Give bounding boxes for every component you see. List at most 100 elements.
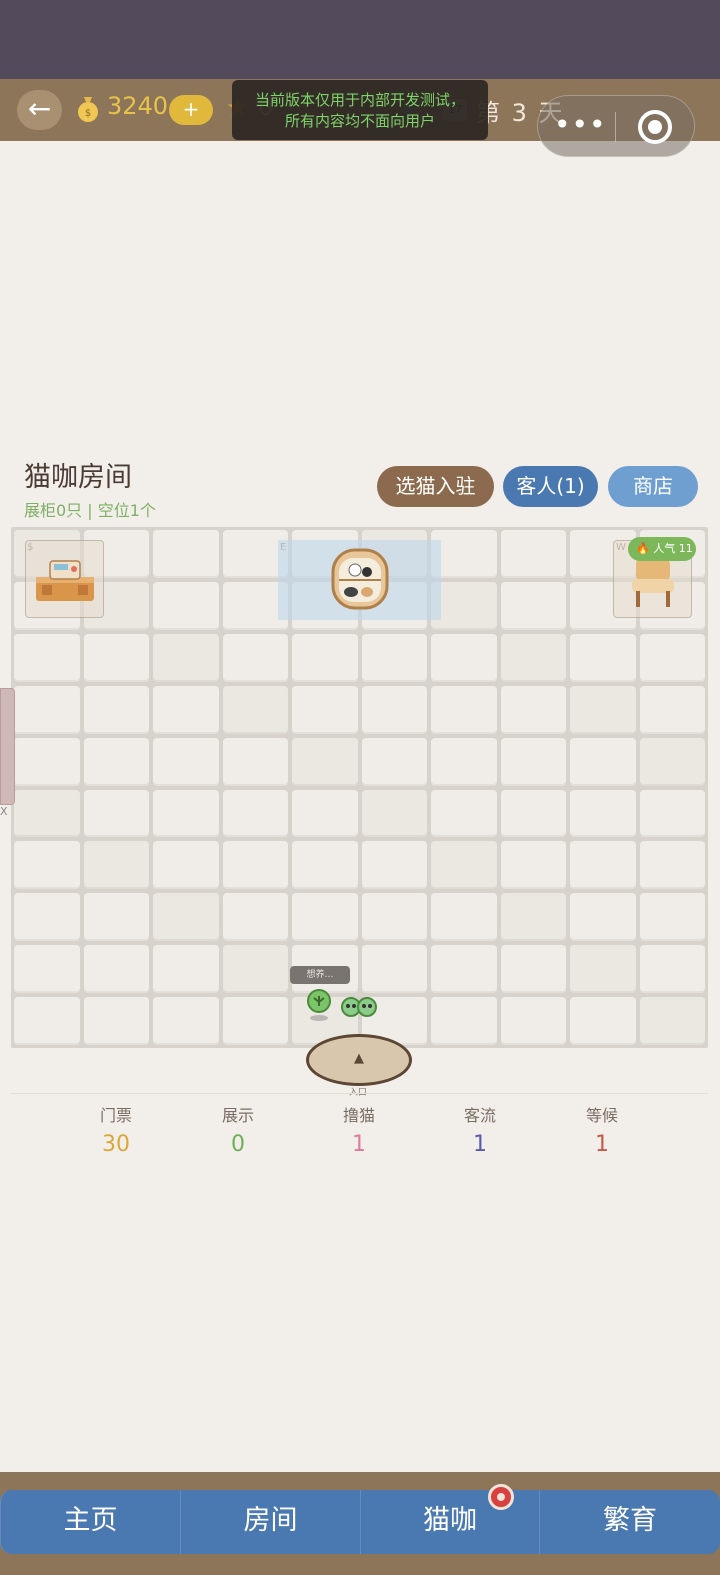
floor-tile[interactable] bbox=[83, 997, 149, 1045]
guests-button[interactable]: 客人(1) bbox=[503, 466, 598, 507]
back-button[interactable]: ← bbox=[17, 90, 62, 130]
floor-tile[interactable] bbox=[570, 633, 636, 682]
more-options-icon[interactable]: ••• bbox=[554, 108, 607, 142]
floor-tile[interactable] bbox=[431, 893, 497, 942]
floor-tile[interactable] bbox=[500, 997, 566, 1045]
floor-tile[interactable] bbox=[639, 841, 705, 890]
floor-tile[interactable] bbox=[431, 737, 497, 786]
floor-tile[interactable] bbox=[431, 841, 497, 890]
floor-tile[interactable] bbox=[83, 789, 149, 838]
floor-tile[interactable] bbox=[14, 685, 80, 734]
floor-tile[interactable] bbox=[153, 997, 219, 1045]
floor-tile[interactable] bbox=[83, 633, 149, 682]
floor-tile[interactable] bbox=[639, 685, 705, 734]
floor-tile[interactable] bbox=[83, 737, 149, 786]
capsule-divider bbox=[615, 112, 616, 142]
floor-tile[interactable] bbox=[153, 841, 219, 890]
floor-tile[interactable] bbox=[153, 789, 219, 838]
floor-tile[interactable] bbox=[570, 945, 636, 994]
floor-tile[interactable] bbox=[500, 737, 566, 786]
floor-tile[interactable] bbox=[361, 841, 427, 890]
floor-tile[interactable] bbox=[222, 633, 288, 682]
floor-tile[interactable] bbox=[500, 685, 566, 734]
floor-tile[interactable] bbox=[292, 893, 358, 942]
floor-tile[interactable] bbox=[14, 841, 80, 890]
floor-tile[interactable] bbox=[361, 789, 427, 838]
floor-tile[interactable] bbox=[83, 945, 149, 994]
floor-tile[interactable] bbox=[361, 685, 427, 734]
close-mini-program-icon[interactable] bbox=[638, 110, 672, 144]
guest-sprout-icon[interactable] bbox=[305, 988, 333, 1022]
cat-display-cabinet-icon[interactable] bbox=[327, 546, 393, 612]
floor-tile[interactable] bbox=[222, 737, 288, 786]
floor-tile[interactable] bbox=[570, 737, 636, 786]
floor-tile[interactable] bbox=[639, 633, 705, 682]
floor-tile[interactable] bbox=[639, 893, 705, 942]
floor-tile[interactable] bbox=[153, 893, 219, 942]
floor-tile[interactable] bbox=[431, 789, 497, 838]
floor-tile[interactable] bbox=[153, 581, 219, 630]
select-cat-button[interactable]: 选猫入驻 bbox=[377, 466, 494, 507]
floor-tile[interactable] bbox=[361, 633, 427, 682]
tab-home[interactable]: 主页 bbox=[0, 1490, 180, 1554]
floor-tile[interactable] bbox=[222, 841, 288, 890]
floor-tile[interactable] bbox=[431, 945, 497, 994]
floor-tile[interactable] bbox=[431, 997, 497, 1045]
floor-tile[interactable] bbox=[292, 789, 358, 838]
floor-tile[interactable] bbox=[292, 633, 358, 682]
floor-tile[interactable] bbox=[222, 997, 288, 1045]
floor-tile[interactable] bbox=[361, 737, 427, 786]
floor-tile[interactable] bbox=[153, 737, 219, 786]
floor-tile[interactable] bbox=[570, 893, 636, 942]
tab-room[interactable]: 房间 bbox=[180, 1490, 360, 1554]
floor-tile[interactable] bbox=[222, 789, 288, 838]
floor-tile[interactable] bbox=[222, 945, 288, 994]
floor-tile[interactable] bbox=[639, 997, 705, 1045]
floor-tile[interactable] bbox=[153, 530, 219, 578]
tab-breed[interactable]: 繁育 bbox=[539, 1490, 720, 1554]
floor-tile[interactable] bbox=[14, 633, 80, 682]
floor-tile[interactable] bbox=[153, 633, 219, 682]
floor-tile[interactable] bbox=[14, 893, 80, 942]
add-coins-button[interactable]: + bbox=[169, 95, 213, 125]
floor-tile[interactable] bbox=[14, 737, 80, 786]
floor-tile[interactable] bbox=[361, 893, 427, 942]
floor-tile[interactable] bbox=[292, 737, 358, 786]
floor-tile[interactable] bbox=[431, 685, 497, 734]
floor-tile[interactable] bbox=[361, 945, 427, 994]
floor-tile[interactable] bbox=[292, 685, 358, 734]
floor-tile[interactable] bbox=[500, 789, 566, 838]
floor-tile[interactable] bbox=[500, 841, 566, 890]
side-drawer-close-icon[interactable]: X bbox=[0, 805, 8, 818]
floor-tile[interactable] bbox=[292, 841, 358, 890]
floor-tile[interactable] bbox=[83, 841, 149, 890]
floor-tile[interactable] bbox=[570, 789, 636, 838]
floor-tile[interactable] bbox=[500, 581, 566, 630]
guest-group-icon[interactable] bbox=[340, 996, 380, 1022]
floor-tile[interactable] bbox=[222, 893, 288, 942]
floor-tile[interactable] bbox=[639, 789, 705, 838]
floor-tile[interactable] bbox=[500, 530, 566, 578]
floor-tile[interactable] bbox=[500, 633, 566, 682]
floor-tile[interactable] bbox=[153, 685, 219, 734]
side-drawer-handle[interactable] bbox=[0, 688, 15, 805]
floor-tile[interactable] bbox=[14, 997, 80, 1045]
entrance-button[interactable]: ▲ bbox=[306, 1034, 412, 1086]
status-bar bbox=[0, 0, 720, 79]
floor-tile[interactable] bbox=[570, 685, 636, 734]
floor-tile[interactable] bbox=[153, 945, 219, 994]
floor-tile[interactable] bbox=[83, 685, 149, 734]
floor-tile[interactable] bbox=[222, 685, 288, 734]
floor-tile[interactable] bbox=[14, 945, 80, 994]
cashier-counter[interactable] bbox=[25, 540, 104, 618]
floor-tile[interactable] bbox=[639, 737, 705, 786]
floor-tile[interactable] bbox=[431, 633, 497, 682]
floor-tile[interactable] bbox=[570, 841, 636, 890]
floor-tile[interactable] bbox=[83, 893, 149, 942]
floor-tile[interactable] bbox=[570, 997, 636, 1045]
floor-tile[interactable] bbox=[14, 789, 80, 838]
floor-tile[interactable] bbox=[500, 893, 566, 942]
floor-tile[interactable] bbox=[639, 945, 705, 994]
shop-button[interactable]: 商店 bbox=[608, 466, 698, 507]
floor-tile[interactable] bbox=[500, 945, 566, 994]
